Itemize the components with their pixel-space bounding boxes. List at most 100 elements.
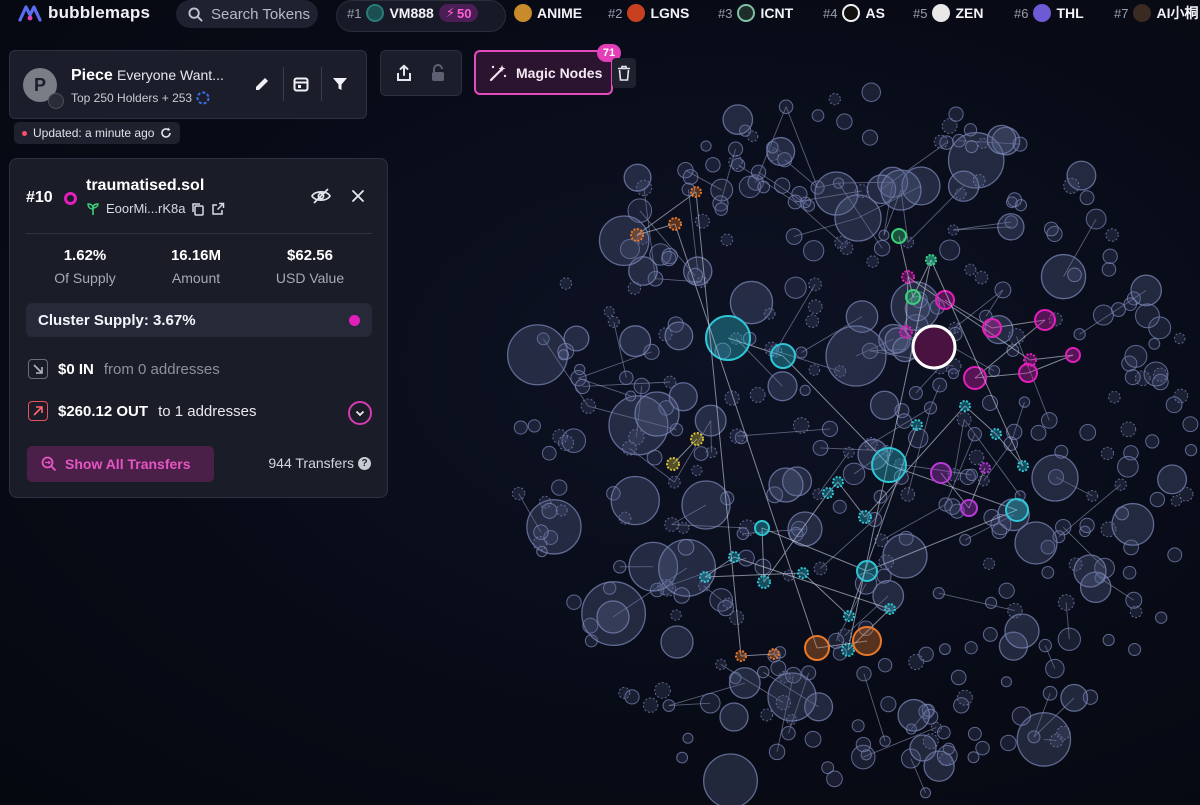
holder-bubble[interactable] (573, 363, 586, 376)
holder-bubble[interactable] (694, 213, 710, 229)
holder-bubble[interactable] (541, 502, 558, 519)
holder-bubble[interactable] (947, 224, 959, 236)
holder-bubble[interactable] (555, 504, 568, 517)
holder-bubble[interactable] (808, 364, 821, 376)
holder-bubble[interactable] (950, 669, 967, 686)
holder-bubble[interactable] (737, 549, 755, 567)
holder-bubble[interactable] (1102, 248, 1118, 265)
cluster-bubble[interactable] (690, 186, 702, 198)
holder-bubble[interactable] (693, 446, 709, 461)
holder-bubble[interactable] (700, 140, 712, 152)
cluster-bubble[interactable] (963, 366, 987, 390)
copy-icon[interactable] (191, 202, 205, 216)
holder-bubble[interactable] (1004, 613, 1040, 649)
holder-bubble[interactable] (977, 137, 989, 149)
holder-bubble[interactable] (1079, 190, 1095, 206)
holder-bubble[interactable] (807, 299, 823, 315)
hide-eye-icon[interactable] (311, 187, 331, 205)
holder-bubble[interactable] (527, 419, 541, 433)
holder-bubble[interactable] (877, 658, 893, 673)
trending-item-5[interactable]: #5 ZEN (913, 2, 983, 24)
holder-bubble[interactable] (603, 306, 615, 318)
holder-bubble[interactable] (687, 267, 704, 284)
cluster-bubble[interactable] (797, 567, 809, 579)
holder-bubble[interactable] (633, 377, 650, 395)
cluster-bubble[interactable] (822, 487, 834, 499)
cluster-bubble[interactable] (735, 650, 747, 662)
holder-bubble[interactable] (932, 377, 948, 393)
holder-bubble[interactable] (804, 730, 822, 748)
holder-bubble[interactable] (1000, 734, 1017, 752)
search-input[interactable]: Search Tokens (176, 0, 318, 28)
cluster-bubble[interactable] (1065, 347, 1081, 363)
holder-bubble[interactable] (939, 239, 961, 261)
holder-bubble[interactable] (802, 199, 815, 212)
cluster-bubble[interactable] (699, 571, 711, 583)
holder-bubble[interactable] (997, 213, 1025, 241)
updated-badge[interactable]: Updated: a minute ago (14, 122, 181, 144)
selected-wallet-bubble[interactable] (911, 324, 957, 370)
holder-bubble[interactable] (625, 390, 637, 402)
holder-bubble[interactable] (821, 420, 839, 437)
holder-bubble[interactable] (842, 462, 866, 486)
holder-bubble[interactable] (619, 325, 652, 358)
holder-bubble[interactable] (792, 417, 810, 434)
cluster-bubble[interactable] (852, 626, 882, 656)
cluster-bubble[interactable] (930, 462, 952, 484)
holder-bubble[interactable] (1148, 337, 1161, 350)
holder-bubble[interactable] (1057, 594, 1075, 611)
holder-bubble[interactable] (694, 404, 727, 437)
holder-bubble[interactable] (1063, 177, 1080, 195)
holder-bubble[interactable] (959, 533, 972, 546)
holder-bubble[interactable] (1067, 267, 1082, 283)
cluster-bubble[interactable] (841, 643, 855, 657)
holder-bubble[interactable] (580, 398, 596, 414)
holder-bubble[interactable] (861, 129, 879, 146)
holder-bubble[interactable] (557, 434, 575, 451)
share-icon[interactable] (395, 64, 413, 82)
holder-bubble[interactable] (839, 241, 854, 256)
calendar-button[interactable] (290, 73, 312, 95)
holder-bubble[interactable] (661, 250, 677, 267)
holder-bubble[interactable] (936, 745, 958, 766)
holder-bubble[interactable] (785, 228, 803, 245)
holder-bubble[interactable] (879, 735, 891, 747)
holder-bubble[interactable] (691, 464, 703, 477)
holder-bubble[interactable] (634, 391, 680, 437)
holder-bubble[interactable] (722, 597, 734, 609)
cluster-bubble[interactable] (911, 419, 923, 431)
cluster-bubble[interactable] (905, 289, 921, 305)
holder-bubble[interactable] (1155, 611, 1168, 624)
holder-bubble[interactable] (938, 497, 953, 512)
cluster-bubble[interactable] (959, 400, 971, 412)
holder-bubble[interactable] (825, 325, 887, 387)
holder-bubble[interactable] (896, 413, 913, 429)
holder-bubble[interactable] (1079, 424, 1097, 441)
holder-bubble[interactable] (1041, 566, 1055, 579)
holder-bubble[interactable] (677, 538, 695, 556)
holder-bubble[interactable] (828, 93, 841, 106)
holder-bubble[interactable] (558, 349, 570, 361)
cluster-bubble[interactable] (668, 217, 682, 231)
holder-bubble[interactable] (988, 365, 1001, 377)
holder-bubble[interactable] (855, 736, 872, 753)
cluster-bubble[interactable] (982, 318, 1002, 338)
holder-bubble[interactable] (956, 412, 972, 427)
holder-bubble[interactable] (781, 726, 796, 741)
holder-bubble[interactable] (1124, 344, 1148, 368)
filter-button[interactable] (329, 73, 351, 95)
holder-bubble[interactable] (909, 734, 937, 762)
holder-bubble[interactable] (1012, 136, 1028, 152)
show-all-transfers-button[interactable]: Show All Transfers (27, 446, 214, 482)
holder-bubble[interactable] (826, 770, 843, 788)
holder-bubble[interactable] (1102, 633, 1115, 647)
holder-bubble[interactable] (956, 689, 973, 706)
magic-nodes-button[interactable]: Magic Nodes (474, 50, 613, 95)
cluster-bubble[interactable] (858, 510, 872, 524)
holder-bubble[interactable] (1105, 228, 1119, 242)
holder-bubble[interactable] (756, 665, 770, 679)
holder-bubble[interactable] (1167, 547, 1183, 563)
holder-bubble[interactable] (982, 557, 996, 570)
holder-bubble[interactable] (1145, 434, 1160, 449)
holder-bubble[interactable] (559, 277, 573, 290)
